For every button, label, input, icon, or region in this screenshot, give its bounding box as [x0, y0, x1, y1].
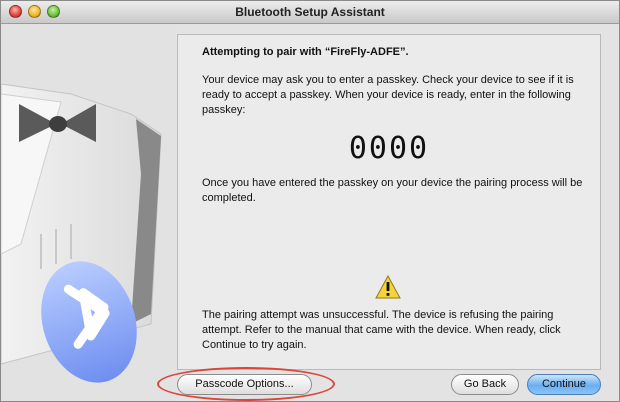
- highlight-circle: [157, 367, 335, 401]
- passkey-instructions: Your device may ask you to enter a passk…: [202, 74, 574, 116]
- passkey-value: 0000: [348, 131, 430, 166]
- pairing-heading: Attempting to pair with “FireFly-ADFE”.: [202, 46, 409, 58]
- completion-text: Once you have entered the passkey on you…: [202, 177, 583, 204]
- setup-assistant-illustration: [1, 24, 176, 401]
- go-back-button[interactable]: Go Back: [451, 374, 519, 395]
- pairing-panel: Attempting to pair with “FireFly-ADFE”. …: [177, 34, 601, 370]
- continue-button[interactable]: Continue: [527, 374, 601, 395]
- error-text: The pairing attempt was unsuccessful. Th…: [202, 309, 561, 351]
- title-bar: Bluetooth Setup Assistant: [1, 1, 619, 24]
- warning-triangle-icon: [375, 275, 401, 299]
- window-title: Bluetooth Setup Assistant: [235, 5, 385, 19]
- bluetooth-setup-window: Bluetooth Setup Assistant Attempting to …: [0, 0, 620, 402]
- assistant-content: Attempting to pair with “FireFly-ADFE”. …: [1, 24, 619, 401]
